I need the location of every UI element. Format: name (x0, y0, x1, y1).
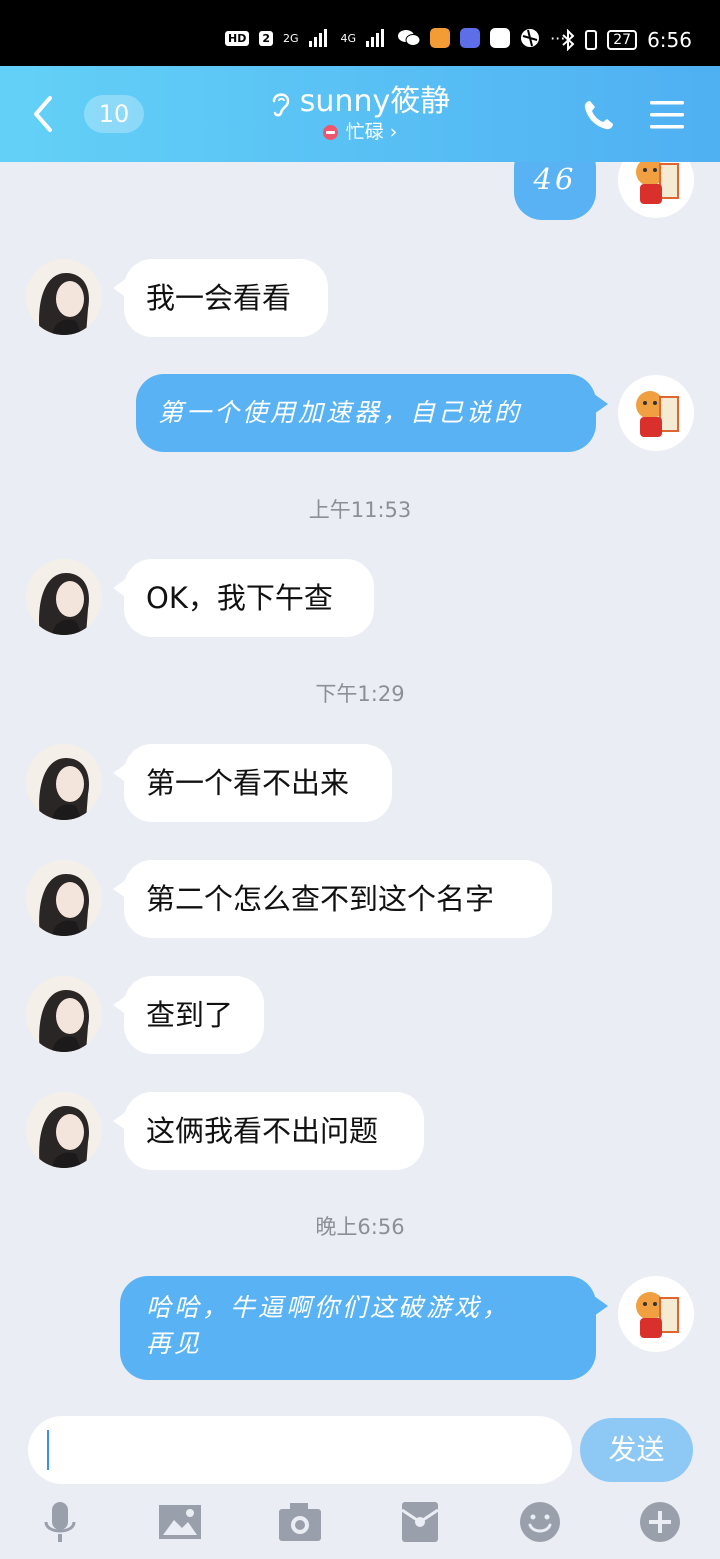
phone-icon[interactable] (582, 98, 616, 132)
ear-icon (272, 92, 290, 116)
message-list[interactable]: 46 我一会看看 第一个使用加速器，自己说的 上午11:53 OK，我下午查 下… (0, 162, 720, 1402)
status-icons: HD 2 2G 4G ··· (225, 28, 565, 48)
emoji-icon[interactable] (518, 1500, 562, 1544)
message-line: 哈哈，牛逼啊你们这破游戏， (146, 1293, 511, 1322)
browser-icon (521, 29, 540, 47)
huawei-app-icon (490, 28, 511, 48)
message-line: 再见 (146, 1329, 203, 1358)
plus-icon[interactable] (638, 1500, 682, 1544)
bubble-tail (594, 394, 608, 414)
chat-header: 10 sunny筱静 忙碌 › (0, 66, 720, 162)
input-bar: 发送 (0, 1402, 720, 1559)
contact-name: sunny筱静 (299, 84, 451, 119)
tiger-avatar-icon (618, 375, 694, 451)
girl-avatar-icon (26, 559, 102, 635)
contact-avatar[interactable] (26, 1092, 102, 1168)
girl-avatar-icon (26, 1092, 102, 1168)
timestamp: 上午11:53 (308, 498, 412, 522)
timestamp: 晚上6:56 (315, 1215, 405, 1239)
text-caret (47, 1430, 49, 1470)
message-bubble[interactable]: 哈哈，牛逼啊你们这破游戏， 再见 (120, 1276, 596, 1380)
status-bar: HD 2 2G 4G ··· 27 6:56 (0, 0, 720, 66)
camera-icon[interactable] (278, 1500, 322, 1544)
busy-status-icon (322, 125, 338, 140)
video-app-icon (430, 28, 451, 48)
red-packet-icon[interactable] (398, 1500, 442, 1544)
contact-avatar[interactable] (26, 259, 102, 335)
bubble-tail (594, 1296, 608, 1316)
contact-avatar[interactable] (26, 860, 102, 936)
girl-avatar-icon (26, 744, 102, 820)
image-icon[interactable] (158, 1500, 202, 1544)
message-bubble[interactable]: 46 (514, 162, 596, 220)
message-bubble[interactable]: 第二个怎么查不到这个名字 (124, 860, 552, 938)
message-bubble[interactable]: 我一会看看 (124, 259, 328, 337)
contact-avatar[interactable] (26, 559, 102, 635)
message-bubble[interactable]: 第一个看不出来 (124, 744, 392, 822)
send-button[interactable]: 发送 (580, 1418, 693, 1482)
message-bubble[interactable]: 第一个使用加速器，自己说的 (136, 374, 596, 452)
signal-2g: 2G (283, 31, 299, 45)
signal-icon (308, 29, 327, 47)
contact-avatar[interactable] (26, 744, 102, 820)
timestamp: 下午1:29 (315, 682, 405, 706)
wechat-icon (398, 30, 421, 46)
tiger-avatar-icon (618, 1276, 694, 1352)
battery-level: 27 (607, 30, 638, 50)
sim-indicator: 2 (259, 30, 273, 46)
tiger-avatar-icon (618, 162, 694, 218)
my-avatar[interactable] (618, 162, 694, 218)
girl-avatar-icon (26, 259, 102, 335)
message-bubble[interactable]: 查到了 (124, 976, 264, 1054)
girl-avatar-icon (26, 976, 102, 1052)
status-text: 忙碌 › (345, 121, 398, 143)
girl-avatar-icon (26, 860, 102, 936)
message-bubble[interactable]: 这俩我看不出问题 (124, 1092, 424, 1170)
menu-icon[interactable] (650, 100, 684, 130)
clock: 6:56 (647, 28, 692, 52)
microphone-icon[interactable] (38, 1500, 82, 1544)
music-app-icon (460, 28, 481, 48)
contact-avatar[interactable] (26, 976, 102, 1052)
message-input[interactable] (28, 1416, 572, 1484)
signal-icon (366, 29, 385, 47)
status-right: 27 6:56 (561, 28, 692, 52)
signal-4g: 4G (340, 31, 357, 45)
my-avatar[interactable] (618, 375, 694, 451)
vibrate-icon (585, 30, 598, 50)
bluetooth-icon (562, 29, 575, 51)
hd-indicator: HD (225, 30, 250, 46)
message-bubble[interactable]: OK，我下午查 (124, 559, 374, 637)
my-avatar[interactable] (618, 1276, 694, 1352)
